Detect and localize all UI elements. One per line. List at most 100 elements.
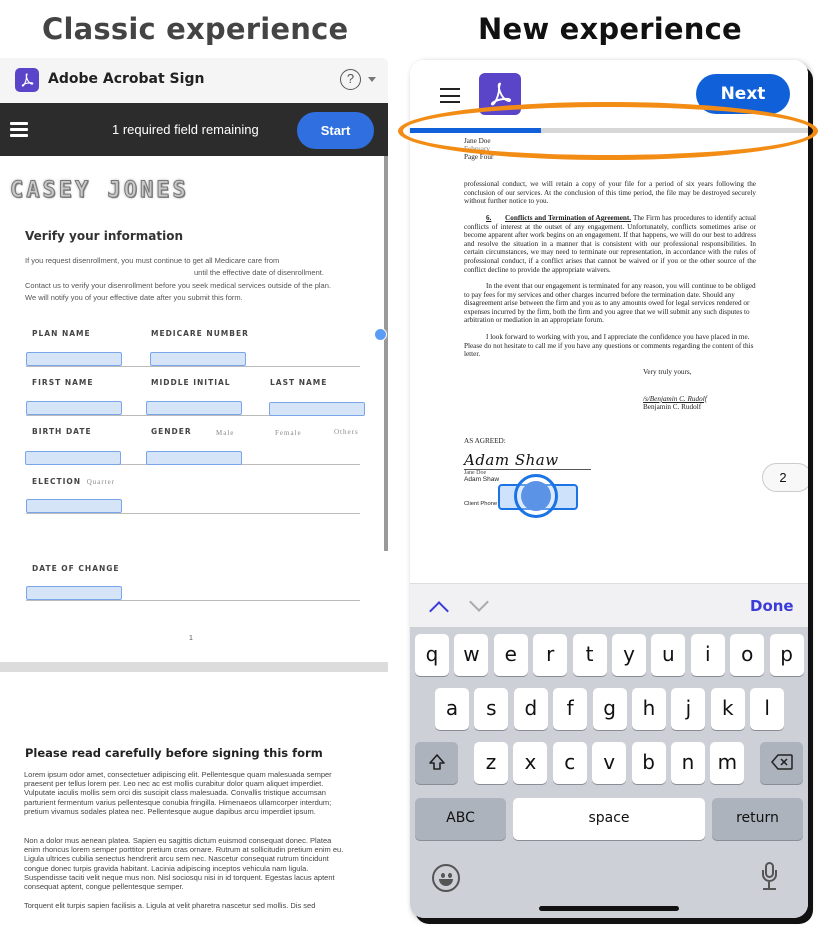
return-key[interactable]: return: [712, 798, 803, 840]
verify-text-line: until the effective date of disenrollmen…: [194, 268, 324, 277]
key-l[interactable]: l: [750, 688, 785, 730]
key-e[interactable]: e: [493, 634, 528, 676]
medicare-number-input[interactable]: [150, 352, 246, 366]
key-y[interactable]: y: [612, 634, 646, 676]
key-c[interactable]: c: [552, 742, 587, 784]
scrollbar[interactable]: [384, 156, 388, 551]
gender-input[interactable]: [146, 451, 242, 465]
new-experience-phone: Next Jane Doe February Page Four profess…: [410, 60, 808, 918]
field-underline: [26, 513, 360, 514]
required-fields-status: 1 required field remaining: [112, 122, 259, 137]
key-m[interactable]: m: [710, 742, 745, 784]
date-of-change-input[interactable]: [26, 586, 122, 600]
page-number: 1: [189, 635, 193, 642]
help-icon[interactable]: ?: [340, 69, 361, 90]
next-field-icon[interactable]: [469, 592, 489, 612]
key-r[interactable]: r: [533, 634, 568, 676]
first-name-input[interactable]: [26, 401, 122, 415]
new-experience-heading: New experience: [478, 12, 742, 46]
read-paragraph: Torquent elit turpis sapien facilisis a.…: [24, 901, 316, 910]
letter-header-page: Page Four: [464, 153, 494, 161]
acrobat-logo-icon: [15, 68, 39, 92]
election-input[interactable]: [26, 499, 122, 513]
field-underline: [26, 366, 360, 367]
key-t[interactable]: t: [572, 634, 607, 676]
key-d[interactable]: d: [513, 688, 548, 730]
help-dropdown-icon[interactable]: [368, 77, 376, 82]
hamburger-menu-icon[interactable]: [10, 122, 28, 137]
last-name-label: LAST NAME: [270, 378, 328, 387]
client-signature[interactable]: Adam Shaw: [464, 451, 559, 469]
key-w[interactable]: w: [454, 634, 489, 676]
previous-field-icon[interactable]: [429, 601, 449, 621]
verify-section-title: Verify your information: [25, 229, 184, 243]
scroll-position-indicator[interactable]: [374, 328, 387, 341]
done-button[interactable]: Done: [750, 597, 794, 615]
classic-app-header: Adobe Acrobat Sign ?: [0, 58, 388, 103]
page-divider: [0, 662, 388, 672]
key-f[interactable]: f: [553, 688, 588, 730]
key-b[interactable]: b: [631, 742, 666, 784]
home-indicator[interactable]: [539, 906, 679, 911]
verify-text-line: If you request disenrollment, you must c…: [25, 256, 280, 265]
gender-option-male[interactable]: Male: [216, 429, 234, 437]
verify-text-line: We will notify you of your effective dat…: [25, 293, 243, 302]
section-body: The Firm has procedures to identify actu…: [464, 214, 757, 274]
section-number: 6.: [486, 214, 492, 222]
gender-option-others[interactable]: Others: [334, 428, 359, 436]
next-button[interactable]: Next: [696, 74, 790, 114]
plan-name-label: PLAN NAME: [32, 329, 91, 338]
classic-action-bar: 1 required field remaining Start: [0, 103, 388, 156]
abc-key[interactable]: ABC: [415, 798, 506, 840]
on-screen-keyboard: qwertyuiop asdfghjkl zxcvbnm ABC space r…: [410, 627, 808, 918]
date-of-change-label: DATE OF CHANGE: [32, 564, 120, 573]
key-v[interactable]: v: [592, 742, 627, 784]
hamburger-menu-icon[interactable]: [440, 88, 460, 103]
microphone-icon[interactable]: [762, 862, 777, 892]
middle-initial-input[interactable]: [146, 401, 242, 415]
key-n[interactable]: n: [671, 742, 705, 784]
verify-text-line: Contact us to verify your disenrollment …: [25, 281, 331, 290]
read-paragraph: Lorem ipsum odor amet, consectetuer adip…: [24, 770, 332, 816]
classic-experience-heading: Classic experience: [42, 12, 349, 46]
gender-option-female[interactable]: Female: [275, 429, 302, 437]
key-j[interactable]: j: [671, 688, 706, 730]
key-x[interactable]: x: [513, 742, 548, 784]
first-name-label: FIRST NAME: [32, 378, 94, 387]
start-button[interactable]: Start: [297, 112, 374, 149]
key-q[interactable]: q: [415, 634, 449, 676]
key-z[interactable]: z: [474, 742, 508, 784]
key-k[interactable]: k: [710, 688, 745, 730]
key-a[interactable]: a: [435, 688, 469, 730]
key-u[interactable]: u: [651, 634, 686, 676]
signer-name: Benjamin C. Rudolf: [643, 403, 702, 411]
document-page: Jane Doe February Page Four professional…: [410, 133, 808, 583]
page-indicator[interactable]: 2: [762, 463, 808, 492]
acrobat-logo-icon: [479, 73, 521, 115]
birth-date-input[interactable]: [25, 451, 121, 465]
app-title: Adobe Acrobat Sign: [48, 71, 205, 87]
shift-key[interactable]: [415, 742, 458, 784]
key-p[interactable]: p: [769, 634, 804, 676]
space-key[interactable]: space: [513, 798, 705, 840]
key-o[interactable]: o: [730, 634, 765, 676]
letter-paragraph: In the event that our engagement is term…: [464, 282, 756, 325]
key-h[interactable]: h: [632, 688, 666, 730]
read-carefully-title: Please read carefully before signing thi…: [25, 746, 323, 760]
election-option-quarter[interactable]: Quarter: [87, 478, 115, 486]
gender-label: GENDER: [151, 427, 192, 436]
middle-initial-label: MIDDLE INITIAL: [151, 378, 231, 387]
section-title: Conflicts and Termination of Agreement.: [505, 214, 632, 222]
key-s[interactable]: s: [474, 688, 509, 730]
company-logo: CASEY JONES: [10, 178, 189, 204]
client-phone-label: Client Phone: [464, 501, 498, 507]
backspace-key[interactable]: [760, 742, 803, 784]
medicare-number-label: MEDICARE NUMBER: [151, 329, 249, 338]
key-i[interactable]: i: [690, 634, 725, 676]
plan-name-input[interactable]: [26, 352, 122, 366]
key-g[interactable]: g: [592, 688, 627, 730]
letter-paragraph: professional conduct, we will retain a c…: [464, 180, 756, 206]
last-name-input[interactable]: [269, 402, 365, 416]
letter-section-6: 6. Conflicts and Termination of Agreemen…: [464, 214, 756, 274]
emoji-icon[interactable]: [432, 864, 460, 892]
